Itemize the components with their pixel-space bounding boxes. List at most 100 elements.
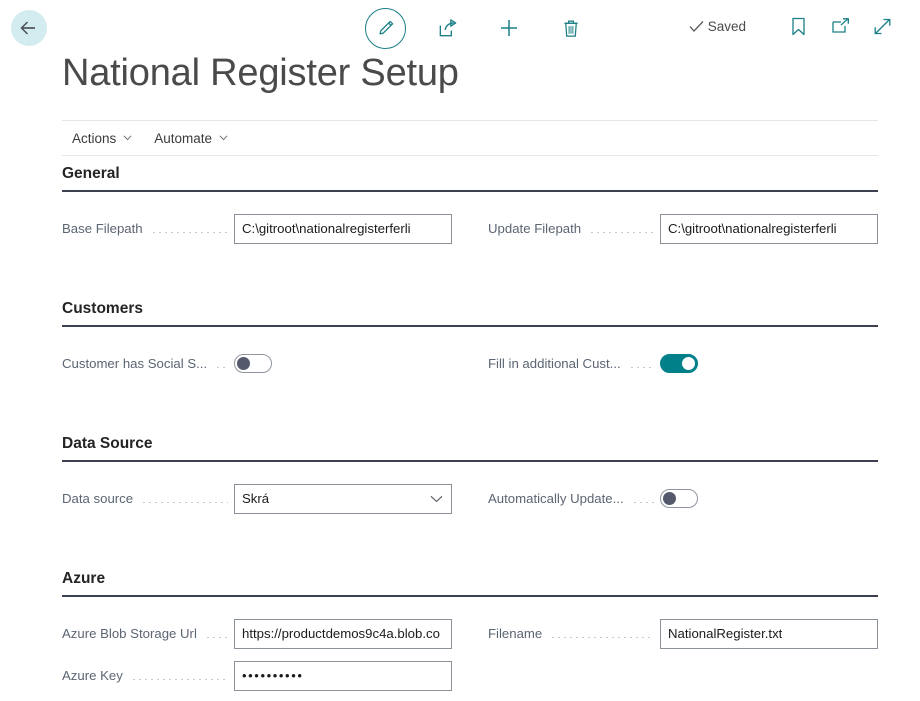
back-button[interactable]	[11, 10, 47, 46]
toggle-knob	[237, 357, 250, 370]
azure-right-column: Filename NationalRegister.txt	[470, 617, 878, 701]
menu-item-actions[interactable]: Actions	[70, 128, 134, 149]
customers-left-column: Customer has Social S...	[62, 347, 470, 389]
edit-icon	[378, 20, 393, 35]
menu-item-actions-label: Actions	[72, 130, 117, 146]
field-customer-has-social-label: Customer has Social S...	[62, 356, 208, 371]
toggle-knob	[663, 492, 676, 505]
dotted-leader	[215, 367, 228, 368]
field-fill-additional-label-wrap: Fill in additional Cust...	[488, 356, 660, 371]
page-content: General Base Filepath C:\gitroot\nationa…	[0, 165, 920, 701]
field-filename-label: Filename	[488, 626, 543, 641]
section-data-source-fields: Data source Skrá Automatically Update...	[62, 462, 878, 524]
section-data-source-title: Data Source	[62, 435, 878, 462]
bookmark-icon	[791, 17, 805, 35]
field-data-source-label-wrap: Data source	[62, 491, 234, 506]
check-icon	[689, 20, 704, 32]
field-base-filepath-label-wrap: Base Filepath	[62, 221, 234, 236]
field-filename-label-wrap: Filename	[488, 626, 660, 641]
azure-blob-url-value: https://productdemos9c4a.blob.co	[242, 626, 440, 641]
section-azure: Azure Azure Blob Storage Url https://pro…	[0, 570, 920, 701]
azure-key-input[interactable]: ••••••••••	[234, 660, 452, 691]
data-source-right-column: Automatically Update...	[470, 482, 878, 524]
chevron-down-icon[interactable]	[430, 495, 443, 503]
field-azure-blob-url: Azure Blob Storage Url https://productde…	[62, 617, 470, 650]
field-azure-key: Azure Key ••••••••••	[62, 659, 470, 692]
data-source-select[interactable]: Skrá	[234, 483, 452, 514]
general-right-column: Update Filepath C:\gitroot\nationalregis…	[470, 212, 878, 254]
expand-button[interactable]	[870, 14, 894, 38]
section-general-fields: Base Filepath C:\gitroot\nationalregiste…	[62, 192, 878, 254]
fill-additional-toggle[interactable]	[660, 354, 698, 373]
delete-button[interactable]	[550, 7, 592, 49]
actions-menubar: Actions Automate	[62, 120, 878, 156]
dotted-leader	[141, 502, 228, 503]
section-general: General Base Filepath C:\gitroot\nationa…	[0, 165, 920, 254]
trash-icon	[564, 20, 578, 37]
field-filename: Filename NationalRegister.txt	[488, 617, 878, 650]
filename-input[interactable]: NationalRegister.txt	[660, 618, 878, 649]
new-button[interactable]	[488, 7, 530, 49]
edit-button[interactable]	[365, 7, 406, 49]
field-customer-has-social-label-wrap: Customer has Social S...	[62, 356, 234, 371]
field-update-filepath-label-wrap: Update Filepath	[488, 221, 660, 236]
auto-update-toggle[interactable]	[660, 489, 698, 508]
field-auto-update-label-wrap: Automatically Update...	[488, 491, 660, 506]
section-customers-fields: Customer has Social S... Fill in additio…	[62, 327, 878, 389]
bookmark-button[interactable]	[786, 14, 810, 38]
customers-right-column: Fill in additional Cust...	[470, 347, 878, 389]
field-auto-update: Automatically Update...	[488, 482, 878, 515]
dotted-leader	[150, 232, 228, 233]
update-filepath-input[interactable]: C:\gitroot\nationalregisterferli	[660, 213, 878, 244]
field-azure-key-label-wrap: Azure Key	[62, 668, 234, 683]
section-azure-title: Azure	[62, 570, 878, 597]
field-fill-additional-label: Fill in additional Cust...	[488, 356, 621, 371]
field-update-filepath: Update Filepath C:\gitroot\nationalregis…	[488, 212, 878, 245]
saved-label: Saved	[707, 18, 746, 34]
share-button[interactable]	[426, 7, 468, 49]
azure-blob-url-input[interactable]: https://productdemos9c4a.blob.co	[234, 618, 452, 649]
menu-item-automate[interactable]: Automate	[152, 128, 230, 149]
command-bar: Saved	[0, 0, 920, 55]
field-azure-key-label: Azure Key	[62, 668, 123, 683]
field-base-filepath: Base Filepath C:\gitroot\nationalregiste…	[62, 212, 470, 245]
section-data-source: Data Source Data source Skrá Automatical…	[0, 435, 920, 524]
field-azure-blob-url-label: Azure Blob Storage Url	[62, 626, 197, 641]
field-data-source-label: Data source	[62, 491, 134, 506]
section-general-title: General	[62, 165, 878, 192]
dotted-leader	[130, 679, 228, 680]
chevron-down-icon	[219, 135, 228, 141]
open-in-new-window-icon	[831, 18, 849, 33]
data-source-value: Skrá	[242, 491, 270, 506]
section-customers: Customers Customer has Social S... Fill	[0, 300, 920, 389]
page-title: National Register Setup	[62, 52, 459, 94]
field-base-filepath-label: Base Filepath	[62, 221, 143, 236]
field-auto-update-label: Automatically Update...	[488, 491, 624, 506]
field-update-filepath-label: Update Filepath	[488, 221, 582, 236]
dotted-leader	[631, 502, 654, 503]
section-customers-title: Customers	[62, 300, 878, 327]
base-filepath-input[interactable]: C:\gitroot\nationalregisterferli	[234, 213, 452, 244]
update-filepath-value: C:\gitroot\nationalregisterferli	[668, 221, 837, 236]
plus-icon	[501, 20, 517, 36]
field-azure-blob-url-label-wrap: Azure Blob Storage Url	[62, 626, 234, 641]
dotted-leader	[628, 367, 654, 368]
azure-key-value: ••••••••••	[242, 668, 304, 683]
customer-has-social-toggle[interactable]	[234, 354, 272, 373]
dotted-leader	[550, 637, 654, 638]
filename-value: NationalRegister.txt	[668, 626, 783, 641]
field-customer-has-social: Customer has Social S...	[62, 347, 470, 380]
base-filepath-value: C:\gitroot\nationalregisterferli	[242, 221, 411, 236]
right-command-group: Saved	[689, 14, 894, 38]
azure-left-column: Azure Blob Storage Url https://productde…	[62, 617, 470, 701]
expand-icon	[874, 18, 890, 34]
menu-item-automate-label: Automate	[154, 130, 213, 146]
section-azure-fields: Azure Blob Storage Url https://productde…	[62, 597, 878, 701]
toggle-knob	[682, 357, 695, 370]
open-in-new-window-button[interactable]	[828, 14, 852, 38]
back-arrow-icon	[20, 21, 35, 35]
field-data-source: Data source Skrá	[62, 482, 470, 515]
dotted-leader	[204, 637, 228, 638]
